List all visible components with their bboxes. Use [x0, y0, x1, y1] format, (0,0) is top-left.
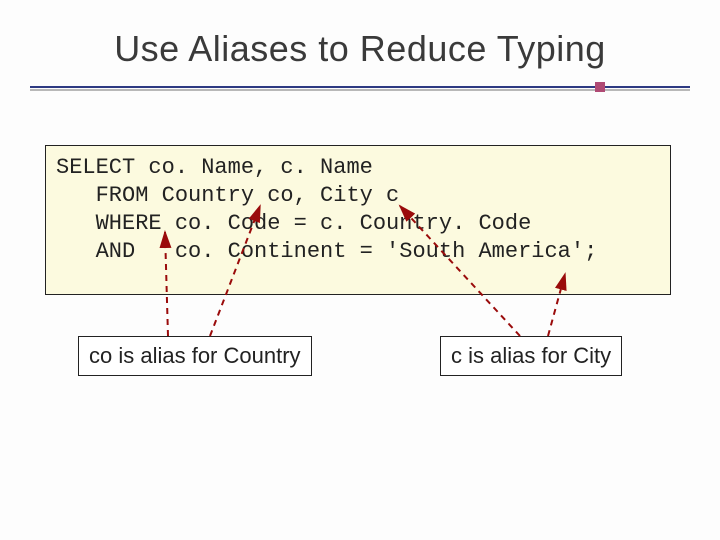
code-line-4: AND co. Continent = 'South America';	[56, 238, 660, 266]
code-block: SELECT co. Name, c. Name FROM Country co…	[45, 145, 671, 295]
title-underline	[30, 86, 690, 88]
code-line-1: SELECT co. Name, c. Name	[56, 154, 660, 182]
callout-co-alias: co is alias for Country	[78, 336, 312, 376]
callout-c-alias: c is alias for City	[440, 336, 622, 376]
code-line-2: FROM Country co, City c	[56, 182, 660, 210]
slide-title: Use Aliases to Reduce Typing	[114, 28, 606, 70]
title-underline-accent	[595, 82, 605, 92]
code-line-3: WHERE co. Code = c. Country. Code	[56, 210, 660, 238]
